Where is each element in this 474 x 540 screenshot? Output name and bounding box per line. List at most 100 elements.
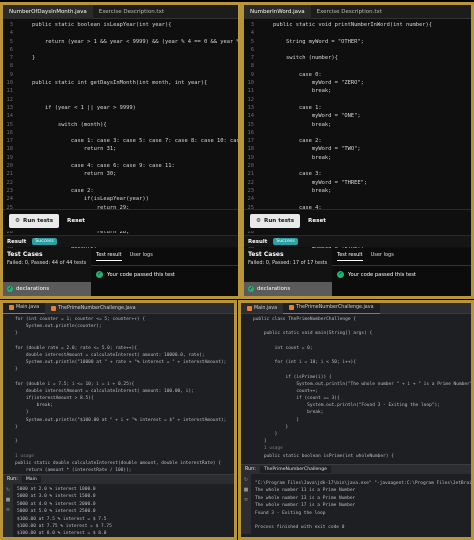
code-line: 5 String myWord = "OTHER"; xyxy=(244,38,471,46)
line-number: 21 xyxy=(6,171,14,178)
line-number: 4 xyxy=(250,30,254,37)
code-text: if(isLeapYear(year)) xyxy=(19,196,149,203)
line-number: 7 xyxy=(250,55,254,62)
tab-test-result[interactable]: Test result xyxy=(96,252,122,261)
tab-prime-challenge[interactable]: ThePrimeNumberChallenge.java xyxy=(283,303,380,314)
gutter xyxy=(3,366,15,373)
stop-icon[interactable]: ■ xyxy=(6,498,11,503)
run-panel-header: Run: Main xyxy=(3,474,234,484)
line-number: 15 xyxy=(247,121,255,128)
run-tests-button[interactable]: ⚙ Run tests xyxy=(9,213,60,228)
run-tab-main[interactable]: Main xyxy=(21,476,41,483)
code-line: public class ThePrimeNumberChallenge { xyxy=(241,316,471,323)
gutter xyxy=(241,374,253,381)
code-text: int count = 0; xyxy=(253,345,313,351)
declarations-item[interactable]: ✓ declarations xyxy=(3,282,91,296)
tab-exercise-description[interactable]: Exercise Description.txt xyxy=(93,9,170,15)
reset-button[interactable]: Reset xyxy=(308,218,326,224)
line-number: 9 xyxy=(9,71,13,78)
code-line: } xyxy=(3,409,234,416)
declarations-item[interactable]: ✓ declarations xyxy=(244,282,332,296)
gutter xyxy=(3,467,15,474)
tab-user-logs[interactable]: User logs xyxy=(371,252,394,261)
code-line: double interestAmount = calculateInteres… xyxy=(3,352,234,359)
code-line: 20 case 4: case 6: case 9: case 11: xyxy=(3,162,238,170)
code-line: 8 xyxy=(3,62,238,70)
code-line: 21 return 30; xyxy=(3,170,238,178)
code-text: String myWord = "OTHER"; xyxy=(260,38,364,45)
code-line: 8 xyxy=(244,62,471,70)
run-toolbar: ⚙ Run tests Reset xyxy=(3,209,238,231)
code-text: } xyxy=(253,417,300,423)
line-number: 17 xyxy=(6,138,14,145)
tab-main-java[interactable]: Main.java xyxy=(3,303,46,314)
code-line: 23 break; xyxy=(244,187,471,195)
tab-number-in-word[interactable]: NumberInWord.java xyxy=(244,5,311,19)
editor-tabs: NumberOfDaysInMonth.java Exercise Descri… xyxy=(3,5,238,19)
code-line: 6 xyxy=(244,46,471,54)
code-text: switch (month){ xyxy=(19,121,107,128)
code-text: return 31; xyxy=(19,146,117,153)
java-file-icon xyxy=(51,305,57,311)
tab-number-of-days-in-month[interactable]: NumberOfDaysInMonth.java xyxy=(3,5,93,19)
run-console: ↻ ■ ≡ 5000 at 2.0 % interest 1000.0 5000 … xyxy=(3,484,234,537)
code-text: public static boolean isLeapYear(int yea… xyxy=(19,22,172,28)
code-line: break; xyxy=(3,402,234,409)
scroll-icon[interactable]: ≡ xyxy=(244,498,249,503)
tab-exercise-description[interactable]: Exercise Description.txt xyxy=(311,9,388,15)
run-tests-button[interactable]: ⚙ Run tests xyxy=(250,213,301,228)
console-line: The whole number 13 is a Prime Number xyxy=(255,495,356,501)
tab-prime-challenge[interactable]: ThePrimeNumberChallenge.java xyxy=(45,305,142,311)
code-line xyxy=(241,338,471,345)
result-bar: Result Success xyxy=(3,235,238,247)
code-line: 1 usage xyxy=(3,453,234,460)
code-line: 23 case 2: xyxy=(3,187,238,195)
line-number: 3 xyxy=(9,22,13,28)
code-text: return (amount * (interestRate / 100)); xyxy=(15,467,132,473)
rerun-icon[interactable]: ↻ xyxy=(244,478,249,483)
stop-icon[interactable]: ■ xyxy=(244,488,249,493)
code-line: 15 switch (month){ xyxy=(3,121,238,129)
console-output: 5000 at 2.0 % interest 1000.0 5000 at 3.0… xyxy=(3,484,234,537)
console-line: $100.00 at 7.75 % interest = $ 7.75 xyxy=(17,523,112,529)
tab-test-result[interactable]: Test result xyxy=(337,252,363,261)
code-text: } xyxy=(253,424,289,430)
code-editor[interactable]: for (int counter = 1; counter <= 5; coun… xyxy=(3,314,234,474)
test-cases-summary: Test Cases Failed: 0, Passed: 17 of 17 t… xyxy=(244,248,332,296)
code-line: 9 case 0: xyxy=(244,71,471,79)
reset-button[interactable]: Reset xyxy=(67,218,85,224)
code-line: 16 xyxy=(3,129,238,137)
code-line: 1 usage xyxy=(241,445,471,452)
code-line: 5 return (year > 1 && year < 9999) && (y… xyxy=(3,38,238,46)
code-line: System.out.println("$100.00 at " + i + "… xyxy=(3,417,234,424)
code-line: 15 break; xyxy=(244,121,471,129)
code-line: 17 case 1: case 3: case 5: case 7: case … xyxy=(3,137,239,145)
gutter xyxy=(241,445,253,452)
code-text: if (count == 3){ xyxy=(253,396,340,402)
code-line: System.out.println("The whole number " +… xyxy=(241,381,471,388)
code-line: 3 public static boolean isLeapYear(int y… xyxy=(3,21,238,29)
code-line: 7 switch (number){ xyxy=(244,54,471,62)
gutter xyxy=(241,417,253,424)
interest-loop-ide-panel: Main.java ThePrimeNumberChallenge.java f… xyxy=(0,300,237,540)
code-text: case 3: xyxy=(260,171,322,178)
rerun-icon[interactable]: ↻ xyxy=(6,488,11,493)
code-line: public static void main(String[] args) { xyxy=(241,330,471,337)
code-line: if (count == 3){ xyxy=(241,395,471,402)
code-editor[interactable]: public class ThePrimeNumberChallenge { p… xyxy=(241,314,471,464)
run-tab-prime[interactable]: ThePrimeNumberChallenge xyxy=(259,466,331,473)
line-number: 4 xyxy=(9,30,13,37)
code-line: 18 return 31; xyxy=(3,145,238,153)
scroll-icon[interactable]: ≡ xyxy=(6,508,11,513)
tab-main-java[interactable]: Main.java xyxy=(241,305,283,311)
tab-user-logs[interactable]: User logs xyxy=(130,252,153,261)
code-text: myWord = "ONE"; xyxy=(260,113,361,120)
code-line: if(interestAmount > 8.5){ xyxy=(3,395,234,402)
line-number: 6 xyxy=(9,46,13,53)
code-line: System.out.println(counter); xyxy=(3,323,234,330)
code-text: public static double calculateInterest(d… xyxy=(15,460,221,466)
code-text: myWord = "THREE"; xyxy=(260,179,368,186)
test-cases-title: Test Cases xyxy=(248,251,284,258)
java-file-icon xyxy=(9,305,14,310)
